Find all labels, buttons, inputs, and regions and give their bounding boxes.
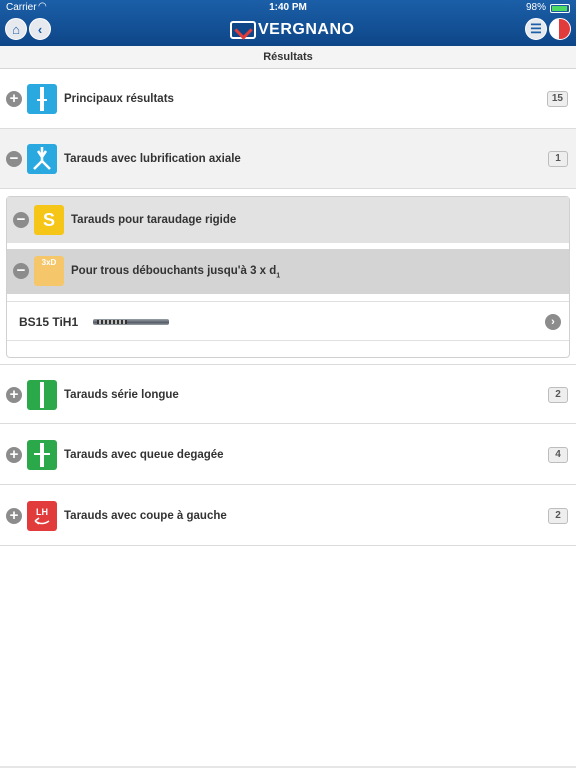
- subgroup-row-rigide[interactable]: − S Tarauds pour taraudage rigide: [7, 197, 569, 243]
- tap-icon: [27, 84, 57, 114]
- rigid-tapping-icon: S: [34, 205, 64, 235]
- back-button[interactable]: ‹: [29, 18, 51, 40]
- status-bar: Carrier ◠ 1:40 PM 98%: [0, 0, 576, 16]
- material-orange-icon: [175, 310, 198, 333]
- count-badge: 1: [548, 151, 568, 167]
- home-icon: ⌂: [12, 21, 20, 37]
- spiral-icon: [383, 310, 406, 333]
- app-header: Carrier ◠ 1:40 PM 98% ⌂ ‹ VERGNANO ☰: [0, 0, 576, 46]
- tolerance-icon: 6HX: [256, 316, 273, 327]
- group-label: Tarauds avec lubrification axiale: [64, 153, 241, 165]
- count-badge: 2: [548, 387, 568, 403]
- expanded-group-card: − S Tarauds pour taraudage rigide − 3xD …: [6, 196, 570, 358]
- menu-button[interactable]: ☰: [525, 18, 547, 40]
- group-label: Tarauds série longue: [64, 389, 179, 401]
- app-screen: Carrier ◠ 1:40 PM 98% ⌂ ‹ VERGNANO ☰ Rés…: [0, 0, 576, 768]
- thread-form-icon: [201, 310, 224, 333]
- group-row-lubrification[interactable]: − Tarauds avec lubrification axiale 1: [0, 129, 576, 189]
- expand-plus-icon[interactable]: +: [6, 91, 22, 107]
- tap-tool-image: [93, 319, 169, 325]
- long-tap-icon: [27, 380, 57, 410]
- logo-mark-icon: [230, 21, 256, 39]
- through-hole-depth-icon: 3xD: [34, 256, 64, 286]
- collapse-minus-icon[interactable]: −: [6, 151, 22, 167]
- product-row[interactable]: BS15 TiH1 HSSK 6HX B (4-5) RH ›: [7, 301, 569, 341]
- group-row-principaux[interactable]: + Principaux résultats 15: [0, 69, 576, 129]
- battery-icon: [550, 4, 570, 13]
- page-title: Résultats: [0, 46, 576, 69]
- axial-coolant-icon: [331, 310, 354, 333]
- right-hand-icon: RH: [310, 317, 323, 326]
- count-badge: 15: [546, 91, 568, 107]
- collapse-minus-icon[interactable]: −: [13, 263, 29, 279]
- group-label: Principaux résultats: [64, 93, 174, 105]
- left-hand-icon: LH: [27, 501, 57, 531]
- group-row-serie-longue[interactable]: + Tarauds série longue 2: [0, 364, 576, 424]
- group-row-coupe-gauche[interactable]: + LH Tarauds avec coupe à gauche 2: [0, 486, 576, 546]
- expand-plus-icon[interactable]: +: [6, 447, 22, 463]
- brand-name: VERGNANO: [258, 21, 355, 38]
- expand-plus-icon[interactable]: +: [6, 387, 22, 403]
- count-badge: 4: [548, 447, 568, 463]
- left-hand-icon-text: LH: [36, 507, 48, 517]
- expand-plus-icon[interactable]: +: [6, 508, 22, 524]
- reduced-shank-icon: [27, 440, 57, 470]
- chevron-left-icon: ‹: [37, 21, 43, 37]
- battery-percent: 98%: [525, 2, 546, 13]
- brand-logo: VERGNANO: [230, 20, 354, 40]
- chamfer-icon: B (4-5): [281, 312, 300, 318]
- home-button[interactable]: ⌂: [5, 18, 27, 40]
- language-button[interactable]: [549, 18, 571, 40]
- subgroup-label: Tarauds pour taraudage rigide: [71, 214, 237, 226]
- subgroup-row-3xd[interactable]: − 3xD Pour trous débouchants jusqu'à 3 x…: [7, 249, 569, 294]
- subgroup-label-subscript: 1: [276, 272, 281, 280]
- subgroup-label: Pour trous débouchants jusqu'à 3 x d1: [71, 265, 280, 279]
- chevron-right-icon[interactable]: ›: [545, 314, 561, 330]
- product-name: BS15 TiH1: [19, 315, 79, 329]
- count-badge: 2: [548, 508, 568, 524]
- depth-icon: [357, 310, 380, 333]
- clock: 1:40 PM: [269, 2, 307, 13]
- collapse-minus-icon[interactable]: −: [13, 212, 29, 228]
- axial-lubrication-icon: [27, 144, 57, 174]
- hssk-icon: HSSK: [229, 318, 248, 325]
- group-label: Tarauds avec queue degagée: [64, 449, 224, 461]
- group-label: Tarauds avec coupe à gauche: [64, 510, 227, 522]
- subgroup-label-text: Pour trous débouchants jusqu'à 3 x d: [71, 265, 277, 277]
- menu-icon: ☰: [530, 21, 542, 36]
- group-row-queue-degagee[interactable]: + Tarauds avec queue degagée 4: [0, 425, 576, 485]
